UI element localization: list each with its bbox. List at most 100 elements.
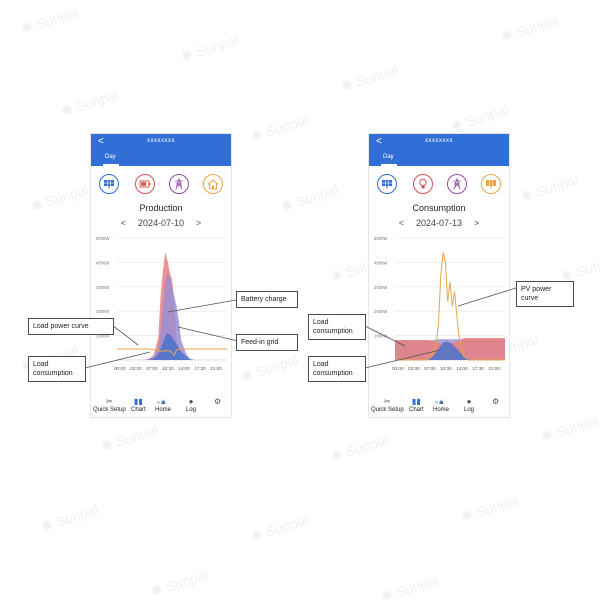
callout-load-power-curve: Load power curve xyxy=(28,318,114,335)
nav-chart[interactable]: ▮▮ Chart xyxy=(409,397,424,413)
nav-label: Chart xyxy=(131,407,146,413)
nav-settings[interactable]: ⚙ xyxy=(214,397,221,407)
chart-icon: ▮▮ xyxy=(133,397,143,406)
tab-day[interactable]: Day xyxy=(383,154,394,160)
y-tick-label: 4000W xyxy=(374,260,387,265)
header-title: xxxxxxxx xyxy=(425,138,453,144)
y-tick-label: 5000W xyxy=(374,236,387,241)
nav-log[interactable]: ● Log xyxy=(186,397,196,413)
watermark: ✺ Sunpal xyxy=(538,411,600,445)
home-icon[interactable] xyxy=(203,174,223,194)
prev-date-button[interactable]: < xyxy=(399,218,404,228)
nav-label: Home xyxy=(155,407,172,413)
watermark: ✺ Sunpal xyxy=(338,61,401,95)
watermark: ✺ Sunpal xyxy=(518,171,581,205)
nav-home[interactable]: ⌂ Home xyxy=(433,397,449,413)
series-area-load-consumption xyxy=(117,333,227,360)
callout-pv-power-curve: PV power curve xyxy=(516,281,574,307)
bottom-nav: ✂ Quick Setup ▮▮ Chart ⌂ Home ● Log ⚙ xyxy=(369,395,509,417)
date-label: 2024-07-13 xyxy=(415,218,463,228)
bulb-icon[interactable] xyxy=(413,174,433,194)
x-tick-label: 17:30 xyxy=(194,366,206,371)
x-tick-label: 14:00 xyxy=(178,366,190,371)
watermark: ✺ Sunpal xyxy=(178,31,241,65)
x-tick-label: 10:30 xyxy=(162,366,174,371)
nav-label: Log xyxy=(464,407,475,413)
consumption-phone-screen: < xxxxxxxx Day Consumption <2024-07-13 > … xyxy=(368,133,510,418)
battery-icon[interactable] xyxy=(481,174,501,194)
watermark: ✺ Sunpal xyxy=(238,351,301,385)
x-tick-label: 00:00 xyxy=(392,366,404,371)
watermark: ✺ Sunpal xyxy=(58,86,121,120)
consumption-chart: 5000W 4000W 3000W 2000W 1000W 00:00 03:30 07:00… xyxy=(373,234,509,374)
next-date-button[interactable]: > xyxy=(196,218,201,228)
watermark: ✺ Sunpal xyxy=(278,181,341,215)
watermark: ✺ Sunpal xyxy=(98,421,161,455)
tab-indicator xyxy=(103,164,119,166)
watermark: ✺ Sunpal xyxy=(448,101,511,135)
x-tick-label: 21:00 xyxy=(210,366,222,371)
tab-bar: Day xyxy=(91,152,231,166)
x-tick-label: 03:30 xyxy=(130,366,142,371)
tools-icon: ✂ xyxy=(105,397,113,406)
gear-icon: ⚙ xyxy=(214,397,222,406)
nav-label: Log xyxy=(186,407,197,413)
nav-label: Quick Setup xyxy=(371,407,404,413)
watermark: ✺ Sunpal xyxy=(38,501,101,535)
watermark: ✺ Sunpal xyxy=(328,431,391,465)
home-nav-icon: ⌂ xyxy=(438,397,444,406)
x-tick-label: 10:30 xyxy=(440,366,452,371)
gear-icon: ⚙ xyxy=(492,397,500,406)
callout-load-consumption: Load consumption xyxy=(28,356,86,382)
x-tick-label: 17:30 xyxy=(472,366,484,371)
x-tick-label: 14:00 xyxy=(456,366,468,371)
nav-label: Chart xyxy=(409,407,424,413)
nav-quick-setup[interactable]: ✂ Quick Setup xyxy=(371,397,404,413)
watermark: ✺ Sunpal xyxy=(148,566,211,600)
nav-home[interactable]: ⌂ Home xyxy=(155,397,171,413)
header-bar: < xxxxxxxx xyxy=(91,134,231,152)
production-phone-screen: < xxxxxxxx Day Production <2024-07-10 > 5… xyxy=(90,133,232,418)
header-title: xxxxxxxx xyxy=(147,138,175,144)
y-tick-label: 1000W xyxy=(374,334,387,339)
solar-panel-icon[interactable] xyxy=(99,174,119,194)
nav-log[interactable]: ● Log xyxy=(464,397,474,413)
tab-day[interactable]: Day xyxy=(105,154,116,160)
home-nav-icon: ⌂ xyxy=(160,397,166,406)
y-tick-label: 3000W xyxy=(374,285,387,290)
next-date-button[interactable]: > xyxy=(474,218,479,228)
nav-quick-setup[interactable]: ✂ Quick Setup xyxy=(93,397,126,413)
watermark: ✺ Sunpal xyxy=(28,181,91,215)
callout-load-consumption: Load consumption xyxy=(308,356,366,382)
category-icons xyxy=(369,174,509,196)
date-selector: <2024-07-10 > xyxy=(91,218,231,228)
tools-icon: ✂ xyxy=(383,397,391,406)
nav-chart[interactable]: ▮▮ Chart xyxy=(131,397,146,413)
log-icon: ● xyxy=(188,397,194,406)
prev-date-button[interactable]: < xyxy=(121,218,126,228)
y-tick-label: 5000W xyxy=(96,236,109,241)
y-tick-label: 2000W xyxy=(96,309,109,314)
grid-tower-icon[interactable] xyxy=(169,174,189,194)
category-icons xyxy=(91,174,231,196)
nav-label: Quick Setup xyxy=(93,407,126,413)
tab-indicator xyxy=(381,164,397,166)
watermark: ✺ Sunpal xyxy=(498,11,561,45)
nav-settings[interactable]: ⚙ xyxy=(492,397,499,407)
chart-icon: ▮▮ xyxy=(411,397,421,406)
solar-panel-icon[interactable] xyxy=(377,174,397,194)
nav-label: Home xyxy=(433,407,450,413)
battery-icon[interactable] xyxy=(135,174,155,194)
x-tick-label: 07:00 xyxy=(424,366,436,371)
callout-feed-in-grid: Feed-in grid xyxy=(236,334,298,351)
page-title: Consumption xyxy=(412,203,466,213)
tab-bar: Day xyxy=(369,152,509,166)
date-selector: <2024-07-13 > xyxy=(369,218,509,228)
page-title: Production xyxy=(139,203,183,213)
date-label: 2024-07-10 xyxy=(137,218,185,228)
log-icon: ● xyxy=(466,397,472,406)
grid-tower-icon[interactable] xyxy=(447,174,467,194)
x-tick-label: 21:00 xyxy=(488,366,500,371)
watermark: ✺ Sunpal xyxy=(248,511,311,545)
header-bar: < xxxxxxxx xyxy=(369,134,509,152)
